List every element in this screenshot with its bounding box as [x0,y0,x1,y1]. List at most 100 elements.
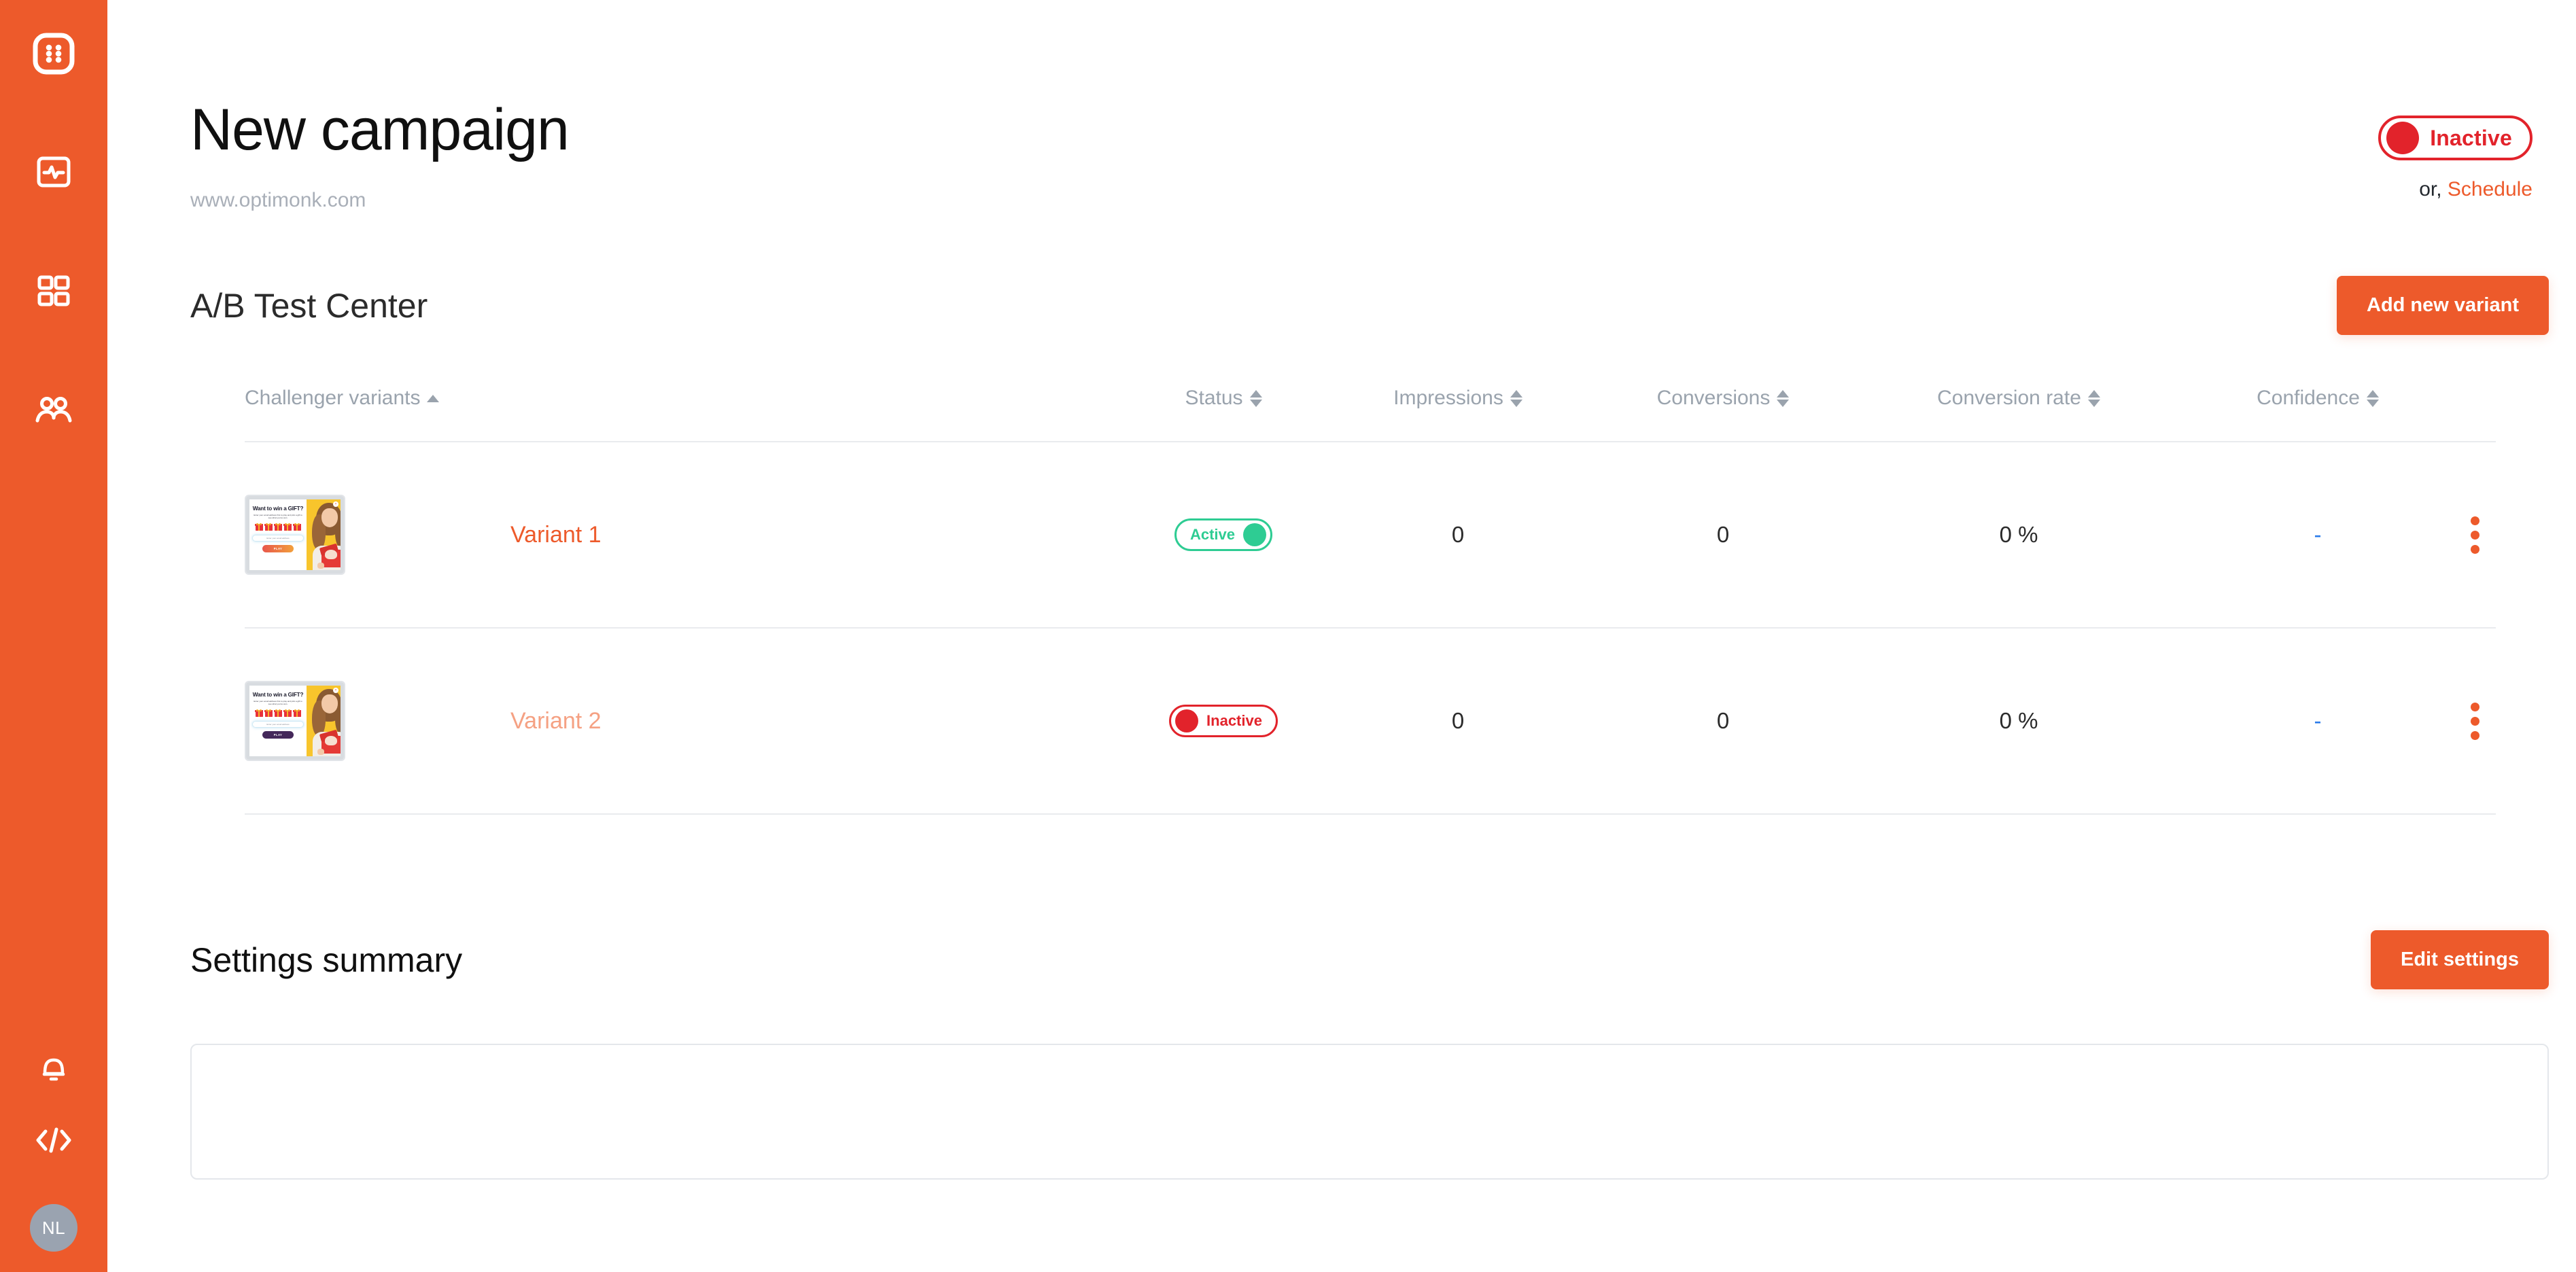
th-confidence[interactable]: Confidence [2257,387,2379,410]
ab-test-table: Challenger variants Status Impressions C… [245,387,2496,815]
close-icon: × [333,688,338,693]
conversion-rate-cell: 0 % [1856,708,2182,734]
conversions-value: 0 [1716,522,1730,547]
grid-squares-icon [36,274,71,313]
popup-email-input: Enter your email address [252,535,304,542]
conversions-value: 0 [1716,708,1730,733]
variant-status-toggle[interactable]: Active [1174,518,1273,551]
impressions-value: 0 [1451,708,1465,733]
toggle-knob-icon [1175,709,1199,732]
th-conversions-label: Conversions [1656,387,1771,409]
status-cell: Active [1121,518,1325,551]
settings-summary-card [190,1044,2549,1180]
popup-preview: Want to win a GIFT? Enter your email add… [246,682,344,760]
variant-status-label: Inactive [1206,712,1262,729]
th-confidence-label: Confidence [2257,387,2360,409]
sidebar-item-embed-code[interactable] [35,1126,73,1158]
conversion-rate-value: 0 % [1999,708,2038,733]
variant-status-toggle[interactable]: Inactive [1169,705,1278,737]
page-subtitle-domain: www.optimonk.com [190,189,366,211]
gift-icon [274,709,282,718]
page-header-left: New campaign www.optimonk.com [190,97,570,212]
sort-both-icon [1249,389,1262,407]
impressions-cell: 0 [1325,708,1590,734]
confidence-value: - [2314,522,2322,547]
sidebar-item-notifications[interactable] [38,1052,69,1088]
optimonk-logo-icon[interactable] [27,27,80,80]
row-actions-cell [2454,699,2496,744]
avatar[interactable]: NL [30,1204,77,1252]
toggle-knob-icon [1243,523,1267,546]
th-challenger-variants-wrap: Challenger variants [245,387,1121,410]
or-label: or, [2419,178,2442,200]
gift-icon [274,523,282,531]
impressions-cell: 0 [1325,522,1590,548]
campaign-status-toggle[interactable]: Inactive [2378,116,2533,160]
confidence-cell: - [2182,708,2454,734]
page-header-right: Inactive or, Schedule [2378,101,2549,201]
confidence-value: - [2314,708,2322,733]
th-status[interactable]: Status [1185,387,1262,410]
variant-cell: Want to win a GIFT? Enter your email add… [245,681,1121,761]
main-content: New campaign www.optimonk.com Inactive o… [107,0,2576,1272]
ab-test-title: A/B Test Center [190,286,428,325]
add-new-variant-button[interactable]: Add new variant [2337,276,2549,335]
page-title: New campaign [190,97,570,162]
gift-icon [283,523,292,531]
kebab-menu-icon[interactable] [2467,512,2484,558]
bell-icon [38,1058,69,1087]
gift-icon [293,709,301,718]
schedule-row: or, Schedule [2419,178,2533,201]
sidebar-item-dashboard[interactable] [27,147,80,200]
popup-title: Want to win a GIFT? [252,692,304,698]
toggle-knob-icon [2386,122,2420,154]
table-row: Want to win a GIFT? Enter your email add… [245,442,2496,629]
gift-icon [264,523,273,531]
row-actions-cell [2454,512,2496,558]
table-row: Want to win a GIFT? Enter your email add… [245,629,2496,815]
conversion-rate-cell: 0 % [1856,522,2182,548]
sidebar-item-campaigns[interactable] [27,266,80,319]
th-conversion-rate-label: Conversion rate [1937,387,2081,409]
th-impressions-wrap: Impressions [1325,387,1590,410]
campaign-status-label: Inactive [2430,125,2512,150]
popup-play-button: PLAY [262,731,294,739]
popup-title: Want to win a GIFT? [252,506,304,512]
status-cell: Inactive [1121,705,1325,737]
th-impressions[interactable]: Impressions [1393,387,1522,410]
sort-both-icon [1777,389,1790,407]
edit-settings-button[interactable]: Edit settings [2370,930,2549,989]
variant-thumbnail[interactable]: Want to win a GIFT? Enter your email add… [245,681,345,761]
th-status-wrap: Status [1121,387,1325,410]
gift-icons-group [255,709,301,718]
table-header-row: Challenger variants Status Impressions C… [245,387,2496,442]
gift-icon [283,709,292,718]
sort-both-icon [2087,389,2100,407]
sort-both-icon [1510,389,1522,407]
th-challenger-variants[interactable]: Challenger variants [245,387,1121,410]
settings-summary-title: Settings summary [190,940,463,979]
th-conversion-rate[interactable]: Conversion rate [1937,387,2100,410]
sort-ascending-icon [427,394,440,402]
popup-subtitle: Enter your email address first to play a… [254,514,302,520]
gift-icon [255,709,263,718]
sort-both-icon [2366,389,2379,407]
th-status-label: Status [1185,387,1243,409]
sidebar-item-audience[interactable] [27,386,80,439]
app-root: NL New campaign www.optimonk.com Inactiv… [0,0,2576,1272]
conversions-cell: 0 [1590,522,1856,548]
schedule-link[interactable]: Schedule [2448,178,2533,200]
variant-name-link[interactable]: Variant 2 [510,708,602,735]
kebab-menu-icon[interactable] [2467,699,2484,744]
conversions-cell: 0 [1590,708,1856,734]
settings-summary-header: Settings summary Edit settings [190,930,2549,989]
popup-email-input: Enter your email address [252,721,304,728]
variant-name-link[interactable]: Variant 1 [510,522,602,548]
variant-thumbnail[interactable]: Want to win a GIFT? Enter your email add… [245,495,345,575]
popup-image: × [307,686,341,756]
th-challenger-variants-label: Challenger variants [245,387,421,409]
th-conversions-wrap: Conversions [1590,387,1856,410]
gift-icon [255,523,263,531]
th-conversions[interactable]: Conversions [1657,387,1790,410]
page-header: New campaign www.optimonk.com Inactive o… [190,0,2549,212]
